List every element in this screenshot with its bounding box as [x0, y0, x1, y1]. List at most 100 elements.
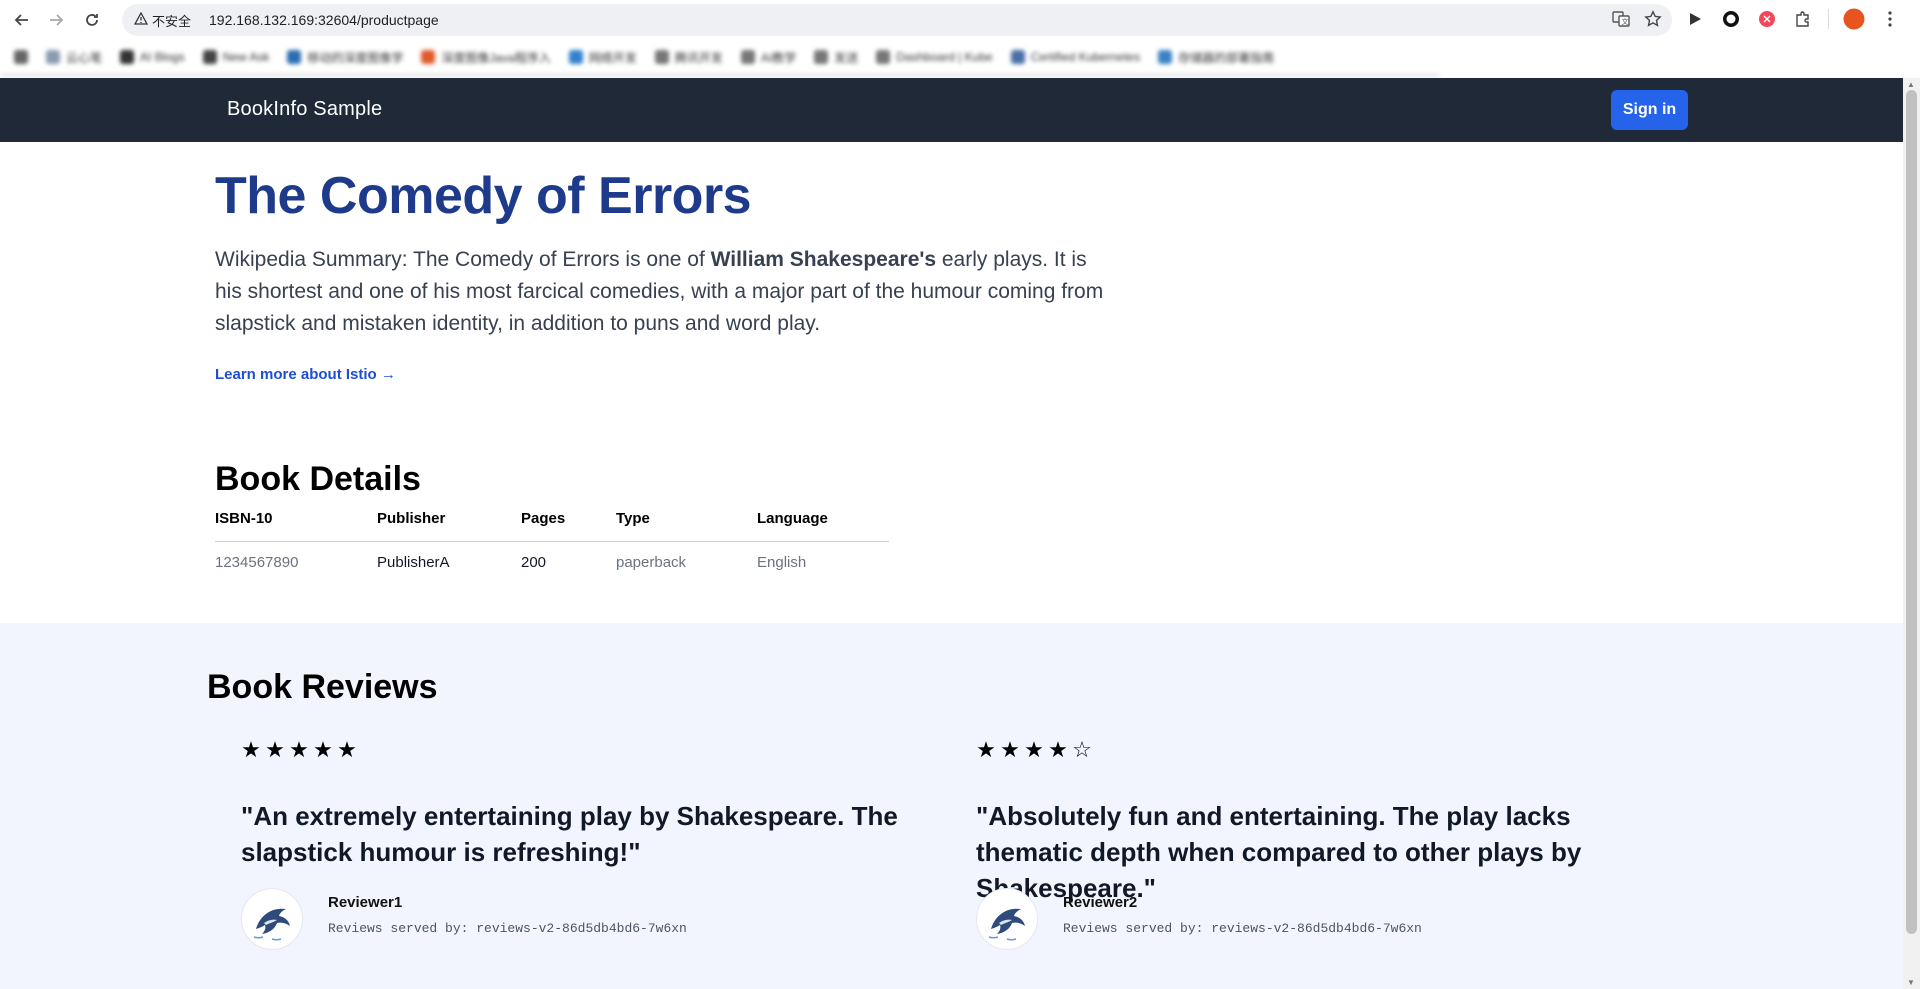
- page-scrollbar[interactable]: ▲ ▼: [1903, 78, 1920, 989]
- back-icon[interactable]: [10, 8, 34, 32]
- extensions-bar: [1684, 8, 1901, 30]
- security-indicator[interactable]: 不安全: [128, 8, 201, 32]
- address-bar[interactable]: 不安全 192.168.132.169:32604/productpage 文: [122, 4, 1672, 36]
- star-filled-icon: ★: [289, 737, 309, 762]
- bookmark-favicon-icon: [202, 50, 217, 64]
- security-label: 不安全: [152, 13, 192, 29]
- reviewer-name: Reviewer1: [328, 894, 403, 911]
- star-filled-icon: ★: [241, 737, 261, 762]
- bookmark-item[interactable]: 云心笔: [46, 49, 102, 66]
- more-menu-icon[interactable]: [1879, 8, 1901, 30]
- table-header-row: ISBN-10 Publisher Pages Type Language: [215, 510, 889, 542]
- bookmark-item[interactable]: New Ask: [202, 50, 270, 64]
- forward-icon[interactable]: [44, 8, 68, 32]
- reviewer-name: Reviewer2: [1063, 894, 1138, 911]
- bookmark-item[interactable]: 存储器的部署指南: [1158, 49, 1274, 66]
- bookmark-label: 深度图像Java程序入: [441, 50, 551, 65]
- bookmark-label: Dashboard | Kube: [896, 50, 993, 64]
- column-header-type: Type: [616, 510, 757, 542]
- bookmark-favicon-icon: [120, 50, 135, 64]
- column-header-pages: Pages: [521, 510, 616, 542]
- toolbar-divider: [1828, 9, 1829, 29]
- bookmark-favicon-icon: [876, 50, 891, 64]
- star-filled-icon: ★: [976, 737, 996, 762]
- bookmark-favicon-icon: [287, 50, 302, 64]
- bookmark-item[interactable]: 深度图像Java程序入: [421, 49, 551, 66]
- star-empty-icon: ☆: [1072, 737, 1092, 762]
- summary-author: William Shakespeare's: [710, 248, 937, 271]
- publisher-value: PublisherA: [377, 554, 450, 571]
- review-card: ★ ★ ★ ★ ★ "An extremely entertaining play by…: [241, 738, 941, 950]
- puzzle-extensions-icon[interactable]: [1792, 8, 1814, 30]
- table-row: 1234567890 PublisherA 200 paperback Engl…: [215, 542, 889, 571]
- bookmark-label: 移动的深度图像学: [307, 50, 404, 65]
- record-extension-icon[interactable]: [1720, 8, 1742, 30]
- column-header-language: Language: [757, 510, 889, 542]
- isbn-value: 1234567890: [215, 554, 299, 571]
- review-text: "An extremely entertaining play by Shake…: [241, 801, 898, 867]
- bookmark-label: New Ask: [222, 50, 270, 64]
- served-by-text: Reviews served by: reviews-v2-86d5db4bd6…: [328, 921, 687, 936]
- summary-text: Wikipedia Summary: The Comedy of Errors …: [215, 248, 711, 271]
- language-value: English: [757, 554, 807, 571]
- play-extension-icon[interactable]: [1684, 8, 1706, 30]
- bookmark-label: 发送: [834, 50, 859, 65]
- dolphin-icon: [988, 908, 1025, 941]
- bookmark-item[interactable]: Dashboard | Kube: [876, 50, 993, 64]
- star-filled-icon: ★: [1024, 737, 1044, 762]
- bookmark-label: 存储器的部署指南: [1178, 50, 1275, 65]
- star-filled-icon: ★: [313, 737, 333, 762]
- red-extension-icon[interactable]: [1756, 8, 1778, 30]
- bookmark-label: 网络开发: [588, 50, 637, 65]
- review-text: "Absolutely fun and entertaining. The pl…: [976, 801, 1582, 903]
- star-rating: ★ ★ ★ ★ ★: [241, 738, 941, 762]
- column-header-isbn: ISBN-10: [215, 510, 377, 542]
- reload-icon[interactable]: [80, 8, 104, 32]
- reviewer-avatar: [241, 888, 303, 950]
- bookmark-favicon-icon: [740, 50, 755, 64]
- warning-icon: [133, 11, 149, 29]
- bookmark-item[interactable]: 移动的深度图像学: [287, 49, 403, 66]
- bookmark-item[interactable]: 网络开发: [568, 49, 637, 66]
- bookmark-item[interactable]: 腾讯开发: [654, 49, 723, 66]
- top-navbar: BookInfo Sample Sign in: [0, 78, 1903, 142]
- bookmark-item[interactable]: AI教学: [740, 49, 796, 66]
- book-details-heading: Book Details: [215, 460, 421, 498]
- apps-icon[interactable]: [14, 50, 28, 64]
- url-text[interactable]: 192.168.132.169:32604/productpage: [209, 12, 439, 28]
- bookmark-favicon-icon: [46, 50, 60, 64]
- bookmark-favicon-icon: [1158, 50, 1173, 64]
- learn-more-link[interactable]: Learn more about Istio →: [215, 366, 396, 383]
- svg-text:文: 文: [1622, 17, 1629, 26]
- sign-in-button[interactable]: Sign in: [1611, 90, 1688, 130]
- page-viewport: BookInfo Sample Sign in The Comedy of Er…: [0, 78, 1903, 989]
- bookmark-item[interactable]: AI Blogs: [120, 50, 185, 64]
- profile-avatar[interactable]: [1843, 8, 1865, 30]
- product-summary: Wikipedia Summary: The Comedy of Errors …: [215, 244, 1115, 340]
- scrollbar-thumb[interactable]: [1906, 90, 1917, 934]
- browser-toolbar: 不安全 192.168.132.169:32604/productpage 文: [0, 0, 1920, 40]
- book-reviews-heading: Book Reviews: [207, 668, 438, 706]
- bookmark-favicon-icon: [1010, 50, 1025, 64]
- dolphin-icon: [253, 908, 290, 941]
- served-by-text: Reviews served by: reviews-v2-86d5db4bd6…: [1063, 921, 1422, 936]
- translate-icon[interactable]: 文: [1612, 10, 1630, 31]
- book-details-table: ISBN-10 Publisher Pages Type Language 12…: [215, 510, 889, 571]
- bookmarks-bar: 云心笔 AI Blogs New Ask 移动的深度图像学 深度图像Java程序…: [0, 40, 1440, 76]
- scroll-up-arrow-icon[interactable]: ▲: [1907, 80, 1915, 89]
- star-rating: ★ ★ ★ ★ ☆: [976, 738, 1676, 762]
- bookmark-star-icon[interactable]: [1644, 10, 1662, 31]
- bookmark-label: 腾讯开发: [674, 50, 723, 65]
- star-filled-icon: ★: [1000, 737, 1020, 762]
- bookmark-item[interactable]: 发送: [814, 49, 858, 66]
- star-filled-icon: ★: [265, 737, 285, 762]
- type-value: paperback: [616, 554, 687, 571]
- bookmark-label: 云心笔: [66, 50, 103, 65]
- brand-title[interactable]: BookInfo Sample: [227, 98, 382, 121]
- bookmark-favicon-icon: [814, 50, 829, 64]
- bookmark-favicon-icon: [654, 50, 669, 64]
- star-filled-icon: ★: [337, 737, 357, 762]
- bookmark-item[interactable]: Certified Kubernetes: [1010, 50, 1140, 64]
- scroll-down-arrow-icon[interactable]: ▼: [1907, 978, 1915, 987]
- column-header-publisher: Publisher: [377, 510, 521, 542]
